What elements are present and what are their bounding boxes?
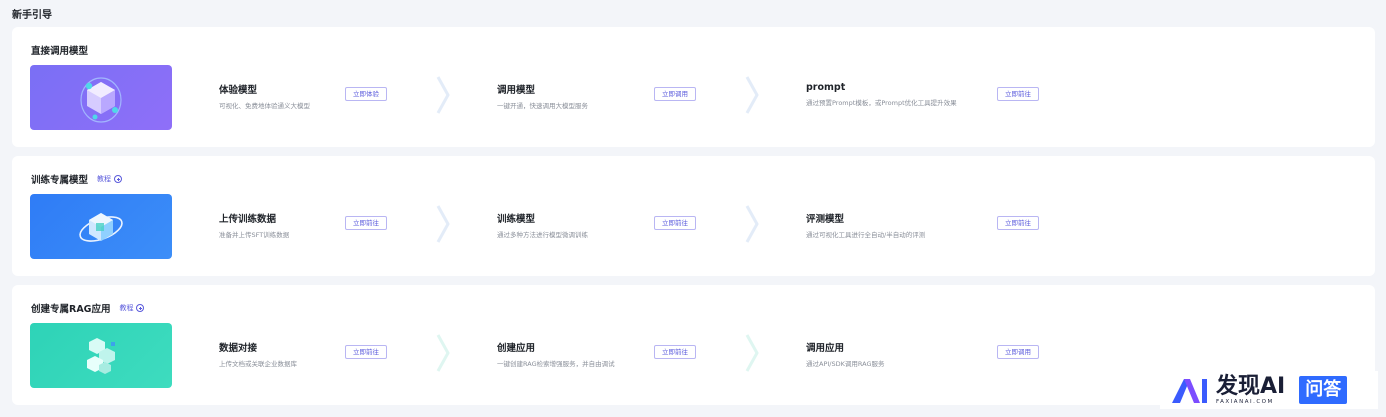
step-call-app: 调用应用 通过API/SDK调用RAG服务 xyxy=(806,340,885,368)
section-banner xyxy=(30,194,172,259)
step-prompt: prompt 通过预置Prompt模板，或Prompt优化工具提升效果 xyxy=(806,82,957,107)
cube-orbit-illustration-icon xyxy=(79,212,123,242)
plus-circle-icon xyxy=(136,304,145,312)
step-title: 数据对接 xyxy=(219,343,258,354)
chevron-right-icon xyxy=(435,204,451,244)
watermark-main: 发现AI xyxy=(1216,373,1286,399)
watermark-text: 发现AI FAXIANAI.COM xyxy=(1216,373,1286,405)
section-card-direct-call: 直接调用模型 体验模型 可视化、免费地体验通义大模型 立即体验 调用模型 一键开… xyxy=(12,27,1375,147)
section-header: 直接调用模型 xyxy=(31,43,88,57)
cube-illustration-icon xyxy=(80,76,122,123)
watermark-sub: FAXIANAI.COM xyxy=(1216,398,1274,405)
chevron-right-icon xyxy=(435,333,451,373)
go-now-button[interactable]: 立即前往 xyxy=(997,216,1039,230)
step-evaluate-model: 评测模型 通过可视化工具进行全自动/半自动的评测 xyxy=(806,211,925,239)
step-desc: 上传文档或关联企业数据库 xyxy=(219,360,297,368)
step-desc: 一键创建RAG检索增强服务，并自由调试 xyxy=(497,360,615,368)
tutorial-label: 教程 xyxy=(97,175,112,183)
step-title: 评测模型 xyxy=(806,214,845,225)
step-upload-training-data: 上传训练数据 准备并上传SFT训练数据 xyxy=(219,211,289,239)
step-title: prompt xyxy=(806,82,846,93)
step-desc: 通过API/SDK调用RAG服务 xyxy=(806,360,885,368)
tutorial-link[interactable]: 教程 xyxy=(97,174,123,184)
step-desc: 一键开通，快速调用大模型服务 xyxy=(497,102,588,110)
call-now-button[interactable]: 立即调用 xyxy=(654,87,696,101)
data-cubes-illustration-icon xyxy=(87,337,115,374)
try-now-button[interactable]: 立即体验 xyxy=(345,87,387,101)
page-title: 新手引导 xyxy=(12,10,52,21)
go-now-button[interactable]: 立即前往 xyxy=(654,345,696,359)
step-desc: 可视化、免费地体验通义大模型 xyxy=(219,102,310,110)
step-title: 调用应用 xyxy=(806,343,845,354)
call-now-button[interactable]: 立即调用 xyxy=(997,345,1039,359)
go-now-button[interactable]: 立即前往 xyxy=(345,345,387,359)
tutorial-link[interactable]: 教程 xyxy=(119,303,145,313)
plus-circle-icon xyxy=(114,175,123,183)
section-title: 创建专属RAG应用 xyxy=(31,304,111,315)
chevron-right-icon xyxy=(744,333,760,373)
go-now-button[interactable]: 立即前往 xyxy=(654,216,696,230)
watermark-badge: 问答 xyxy=(1299,376,1348,404)
section-banner xyxy=(30,65,172,130)
step-desc: 通过预置Prompt模板，或Prompt优化工具提升效果 xyxy=(806,99,957,107)
step-desc: 通过多种方法进行模型微调训练 xyxy=(497,231,588,239)
step-title: 上传训练数据 xyxy=(219,214,277,225)
step-call-model: 调用模型 一键开通，快速调用大模型服务 xyxy=(497,82,588,110)
watermark: 发现AI FAXIANAI.COM 问答 xyxy=(1160,371,1378,409)
step-data-connection: 数据对接 上传文档或关联企业数据库 xyxy=(219,340,297,368)
step-experience-model: 体验模型 可视化、免费地体验通义大模型 xyxy=(219,82,310,110)
step-create-app: 创建应用 一键创建RAG检索增强服务，并自由调试 xyxy=(497,340,615,368)
section-title: 直接调用模型 xyxy=(31,46,89,57)
section-banner xyxy=(30,323,172,388)
step-title: 调用模型 xyxy=(497,85,536,96)
section-card-train-model: 训练专属模型 教程 上传训练数据 准备并上传SFT训练数据 立即前往 训练模型 … xyxy=(12,156,1375,276)
section-header: 创建专属RAG应用 教程 xyxy=(31,301,145,315)
section-header: 训练专属模型 教程 xyxy=(31,172,123,186)
step-desc: 通过可视化工具进行全自动/半自动的评测 xyxy=(806,231,926,239)
step-train-model: 训练模型 通过多种方法进行模型微调训练 xyxy=(497,211,588,239)
go-now-button[interactable]: 立即前往 xyxy=(345,216,387,230)
go-now-button[interactable]: 立即前往 xyxy=(997,87,1039,101)
step-desc: 准备并上传SFT训练数据 xyxy=(219,231,290,239)
step-title: 创建应用 xyxy=(497,343,536,354)
chevron-right-icon xyxy=(435,75,451,115)
section-title: 训练专属模型 xyxy=(31,175,89,186)
step-title: 训练模型 xyxy=(497,214,536,225)
brand-logo-icon xyxy=(1172,379,1207,403)
chevron-right-icon xyxy=(744,204,760,244)
tutorial-label: 教程 xyxy=(119,304,134,312)
chevron-right-icon xyxy=(744,75,760,115)
step-title: 体验模型 xyxy=(219,85,258,96)
